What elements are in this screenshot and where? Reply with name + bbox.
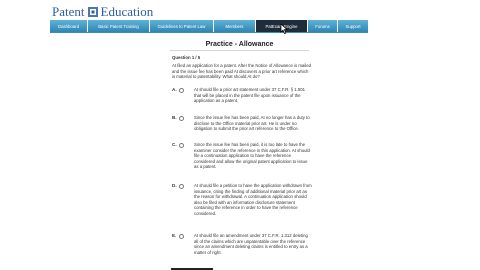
logo-mark-icon: [87, 5, 99, 19]
option-e-radio[interactable]: [179, 233, 184, 239]
option-c-radio[interactable]: [179, 142, 184, 148]
main-nav: Dashboard Basic Patent Training Guidelin…: [50, 20, 368, 33]
option-text: Since the issue fee has been paid, At no…: [194, 115, 310, 132]
page: Patent Education Dashboard Basic Patent …: [0, 0, 480, 270]
question-counter: Question 1 / 5: [172, 55, 201, 60]
practice-panel: Practice - Allowance Question 1 / 5 At f…: [162, 37, 317, 270]
option-a-radio[interactable]: [179, 87, 184, 93]
tab-guidelines-to-patent-law[interactable]: Guidelines to Patent Law: [150, 20, 214, 32]
option-letter: D.: [172, 183, 177, 188]
tab-basic-patent-training[interactable]: Basic Patent Training: [88, 20, 150, 32]
option-text: At should file an amendment under 37 C.F…: [194, 233, 308, 255]
logo-word-education: Education: [100, 4, 154, 19]
option-letter: A.: [172, 87, 177, 92]
site-logo[interactable]: Patent Education: [52, 4, 153, 20]
title-divider: [170, 50, 309, 51]
option-text: At should file a petition to have the ap…: [194, 183, 312, 216]
option-letter: C.: [172, 142, 177, 147]
option-b-radio[interactable]: [179, 115, 184, 121]
mouse-cursor-icon: [280, 24, 288, 34]
tab-forums[interactable]: Forums: [308, 20, 338, 32]
option-letter: E.: [172, 233, 177, 238]
option-text: At should file a prior art statement und…: [194, 87, 306, 104]
tab-dashboard[interactable]: Dashboard: [50, 20, 88, 32]
option-d-radio[interactable]: [179, 183, 184, 189]
logo-word-patent: Patent: [52, 4, 85, 19]
tab-support[interactable]: Support: [338, 20, 368, 32]
option-letter: B.: [172, 115, 177, 120]
option-text: Since the issue fee has been paid, it is…: [194, 142, 310, 170]
practice-title: Practice - Allowance: [205, 41, 274, 48]
question-text: At filed an application for a patent. Af…: [172, 63, 312, 80]
tab-members[interactable]: Members: [214, 20, 256, 32]
